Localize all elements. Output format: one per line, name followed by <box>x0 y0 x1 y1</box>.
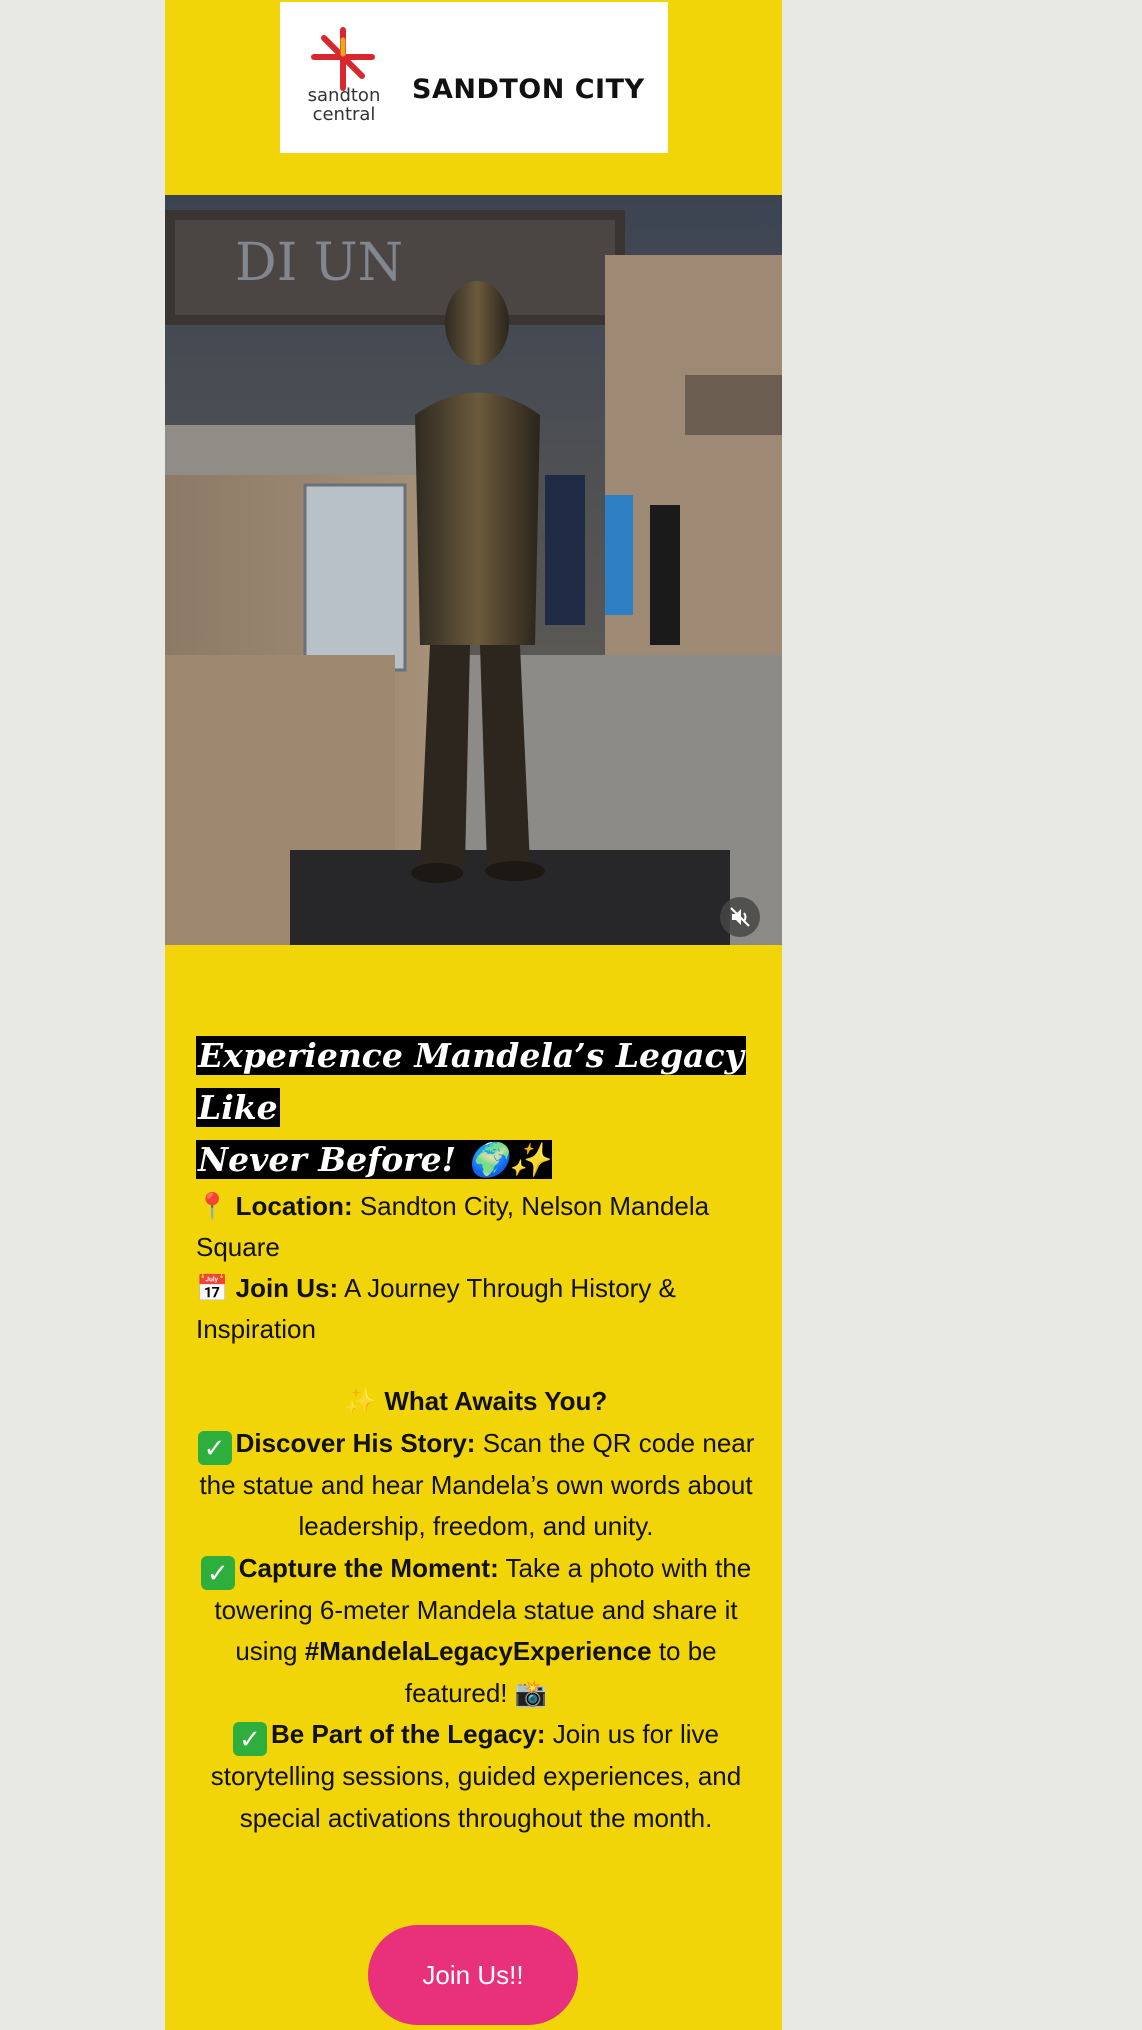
check-mark-icon: ✓ <box>197 1430 232 1465</box>
mute-toggle-button[interactable] <box>720 897 760 937</box>
item-label: Capture the Moment: <box>238 1552 499 1583</box>
join-us-line: 📅 Join Us: A Journey Through History & I… <box>196 1268 756 1350</box>
svg-text:DI UN: DI UN <box>235 233 403 293</box>
muted-speaker-icon <box>730 907 750 927</box>
check-mark-icon: ✓ <box>233 1722 268 1756</box>
join-us-label: Join Us: <box>235 1273 339 1303</box>
item-label: Discover His Story: <box>235 1427 476 1458</box>
email-column: sandton central SANDTON CITY DI UN Exper… <box>165 0 782 2030</box>
sandton-star-logo-icon <box>311 27 375 91</box>
headline-line-2: Never Before! 🌍✨ <box>196 1140 552 1179</box>
sparkles-icon: ✨ <box>344 1386 378 1416</box>
list-item: ✓ Discover His Story: Scan the QR code ne… <box>196 1423 756 1548</box>
sandton-city-wordmark: SANDTON CITY <box>412 74 645 105</box>
awaits-title-text: What Awaits You? <box>384 1386 608 1416</box>
brand-logo-banner[interactable]: sandton central SANDTON CITY <box>280 2 668 153</box>
list-item: ✓ Capture the Moment: Take a photo with t… <box>196 1548 756 1715</box>
list-item: ✓ Be Part of the Legacy: Join us for live… <box>196 1714 756 1839</box>
check-mark-icon: ✓ <box>200 1555 235 1590</box>
sandton-central-wordmark: sandton central <box>307 85 381 125</box>
mandela-statue-image: DI UN <box>165 195 782 945</box>
location-line: 📍 Location: Sandton City, Nelson Mandela… <box>196 1186 756 1268</box>
what-awaits-section: ✨ What Awaits You? ✓ Discover His Story: … <box>196 1381 756 1839</box>
intro-section: Experience Mandela’s Legacy Like Never B… <box>196 1030 756 1350</box>
headline: Experience Mandela’s Legacy Like Never B… <box>196 1030 756 1186</box>
hashtag: #MandelaLegacyExperience <box>304 1636 652 1666</box>
location-pin-icon: 📍 <box>196 1191 229 1221</box>
location-label: Location: <box>235 1191 353 1221</box>
hero-video[interactable]: DI UN <box>165 195 782 945</box>
calendar-icon: 📅 <box>196 1273 229 1303</box>
headline-line-1: Experience Mandela’s Legacy Like <box>196 1036 746 1127</box>
item-label: Be Part of the Legacy: <box>271 1719 546 1749</box>
join-us-button[interactable]: Join Us!! <box>368 1925 578 2025</box>
awaits-title: ✨ What Awaits You? <box>196 1381 756 1423</box>
